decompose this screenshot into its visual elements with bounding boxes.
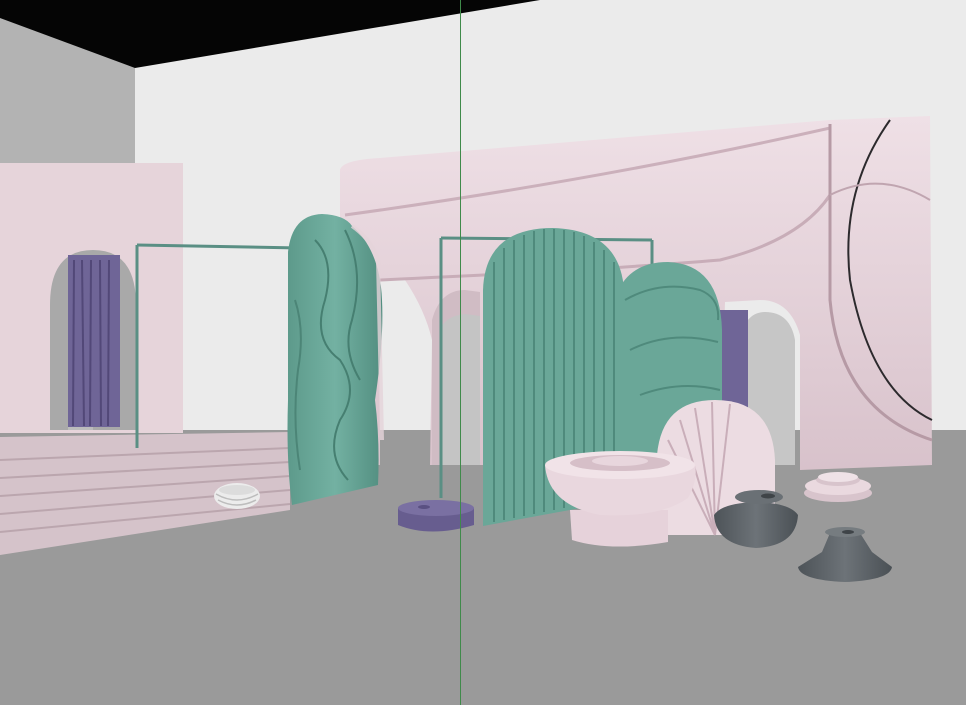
purple-curtain[interactable]: [68, 255, 120, 427]
left-room-partition[interactable]: [0, 163, 183, 433]
3d-viewport[interactable]: [0, 0, 966, 705]
small-white-bowl[interactable]: [214, 483, 260, 509]
vertical-guide-line[interactable]: [460, 0, 461, 705]
puffy-green-screen[interactable]: [287, 214, 384, 505]
purple-cushion-pouf[interactable]: [398, 500, 474, 532]
scene-render[interactable]: [0, 0, 966, 705]
